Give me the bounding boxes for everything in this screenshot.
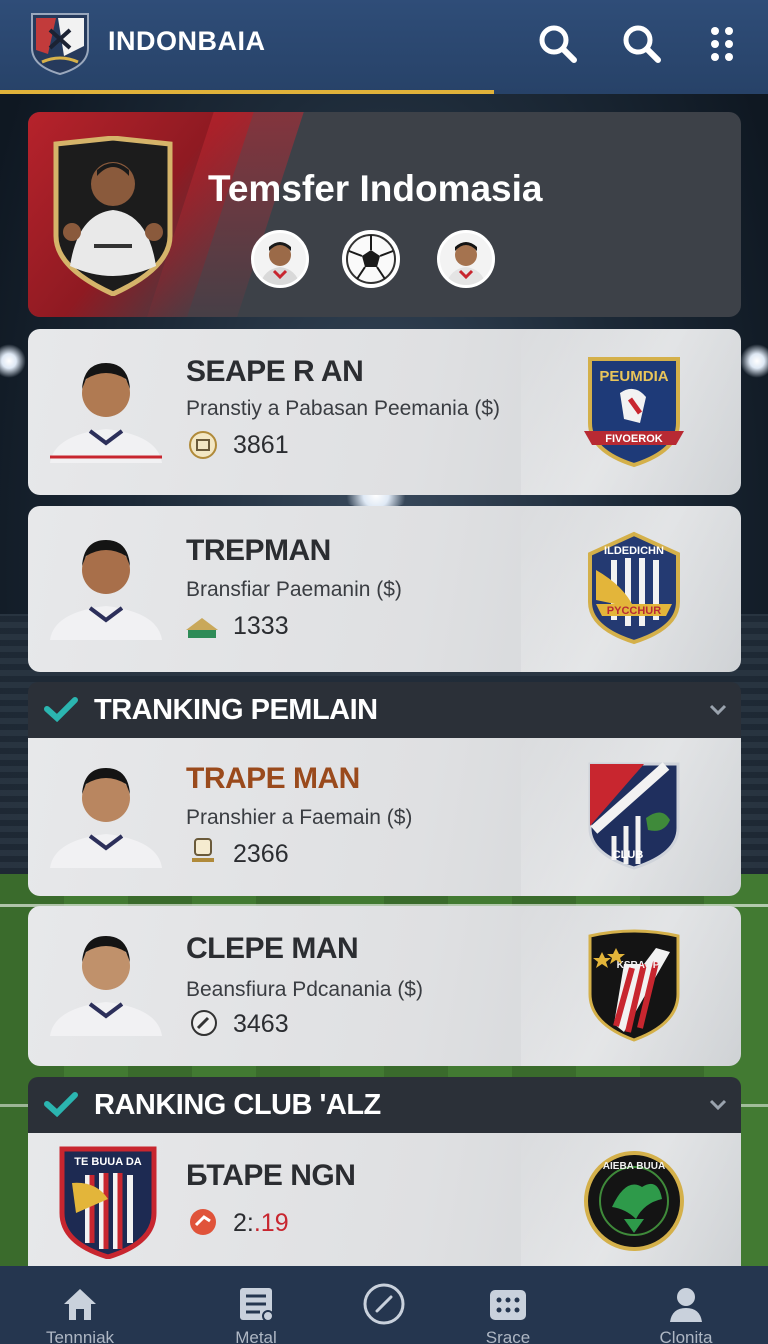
transfer-value: 1333 [233,612,289,640]
featured-player-badge[interactable] [50,136,176,296]
transfer-label: Pranstiy a Pabasan Peemania ($) [186,397,501,420]
hero-title: Temsfer Indomasia [208,168,543,209]
player-avatar-image [446,242,486,285]
club-crest-icon: KSRAOP [588,929,680,1042]
soccer-ball-icon[interactable] [342,230,400,288]
nav-item-compass[interactable] [324,1280,444,1344]
player-avatar-image [260,242,300,285]
chevron-down-icon[interactable] [707,700,729,720]
player-photo [50,363,162,463]
cash-icon [186,618,218,638]
search-icon[interactable] [620,22,662,64]
coin-icon [189,431,217,459]
nav-label: Srace [485,1328,531,1344]
player-name: SEAPE R AN [186,355,364,388]
nav-label: Metal [235,1328,277,1344]
transfer-label: Pranshier a Faemain ($) [186,806,413,829]
player-ranking-card[interactable]: CLEPE MAN Beansfiura Pdcanania ($) 3463 … [28,906,741,1066]
club-crest-icon: PEUMDIA FIVOEROK [584,357,684,468]
club-crest-icon: ILDEDICHN PYCCHUR [588,531,680,645]
section-title: RANKING CLUB 'ALZ [94,1089,381,1121]
app-header: INDONBAIA [0,0,768,94]
more-vertical-icon[interactable] [700,22,744,64]
list-icon [240,1288,274,1322]
club-value: 2:.19 [233,1209,289,1238]
compass-icon [363,1283,405,1325]
club-crest-icon: CLUB [588,762,680,870]
bottom-navigation: Tennniak Metal Srace Clonita [0,1266,768,1344]
transfer-card[interactable]: SEAPE R AN Pranstiy a Pabasan Peemania (… [28,329,741,495]
check-icon [44,1092,78,1117]
trophy-icon [192,838,214,862]
nav-label: Tennniak [45,1328,115,1344]
club-crest-icon: TE BUUA DA [59,1146,157,1259]
club-name: БТАРЕ NGN [186,1159,356,1192]
home-icon [64,1289,96,1320]
transfer-label: Bransfiar Paemanin ($) [186,578,402,601]
ranking-value: 3463 [233,1010,289,1038]
player-name: TRAPE MAN [186,762,360,795]
crest-text: CLUB [613,849,644,861]
player-name: TREPMAN [186,534,331,567]
club-value-suffix: .19 [253,1209,289,1237]
transfer-card[interactable]: TREPMAN Bransfiar Paemanin ($) 1333 ILDE… [28,506,741,672]
crest-banner-text: FIVOEROK [605,433,663,445]
section-header-club-ranking[interactable]: RANKING CLUB 'ALZ [28,1077,741,1133]
search-icon[interactable] [536,22,578,64]
app-title: INDONBAIA [108,26,266,56]
grid-icon [490,1290,526,1320]
player-photo [50,768,162,868]
nav-item-profile[interactable]: Clonita [626,1280,746,1344]
whistle-icon [190,1209,216,1235]
section-title: TRANKING PEMLAIN [94,694,378,726]
player-name: CLEPE MAN [186,932,359,965]
section-header-player-ranking[interactable]: TRANKING PEMLAIN [28,682,741,738]
crest-banner-text: PYCCHUR [607,605,661,617]
check-icon [44,697,78,722]
club-ranking-card[interactable]: TE BUUA DA БТАРЕ NGN 2:.19 AIEBA BUUA [28,1133,741,1266]
nav-item-list[interactable]: Metal [196,1280,316,1344]
player-photo [50,540,162,640]
player-photo [50,936,162,1036]
app-logo-icon [31,13,89,76]
crest-text: PEUMDIA [599,368,668,385]
player-avatar[interactable] [437,230,495,288]
nav-label: Clonita [659,1328,713,1344]
ball-icon [191,1010,217,1036]
chevron-down-icon[interactable] [707,1095,729,1115]
crest-text: KSRAOP [617,960,660,971]
club-value-prefix: 2: [233,1209,254,1237]
floodlight [0,344,26,378]
transfer-label: Beansfiura Pdcanania ($) [186,978,423,1001]
user-icon [670,1288,702,1322]
crest-text: ILDEDICHN [604,545,664,557]
player-ranking-card[interactable]: TRAPE MAN Pranshier a Faemain ($) 2366 C… [28,738,741,896]
player-avatar[interactable] [251,230,309,288]
nav-item-home[interactable]: Tennniak [20,1280,140,1344]
ranking-value: 2366 [233,840,289,868]
crest-text: AIEBA BUUA [603,1161,665,1172]
floodlight [740,344,768,378]
soccer-ball-image [346,234,396,284]
club-crest-icon: AIEBA BUUA [584,1151,684,1251]
transfer-value: 3861 [233,431,289,459]
nav-item-grid[interactable]: Srace [448,1280,568,1344]
crest-text: TE BUUA DA [74,1156,141,1168]
header-accent-line [0,90,494,94]
